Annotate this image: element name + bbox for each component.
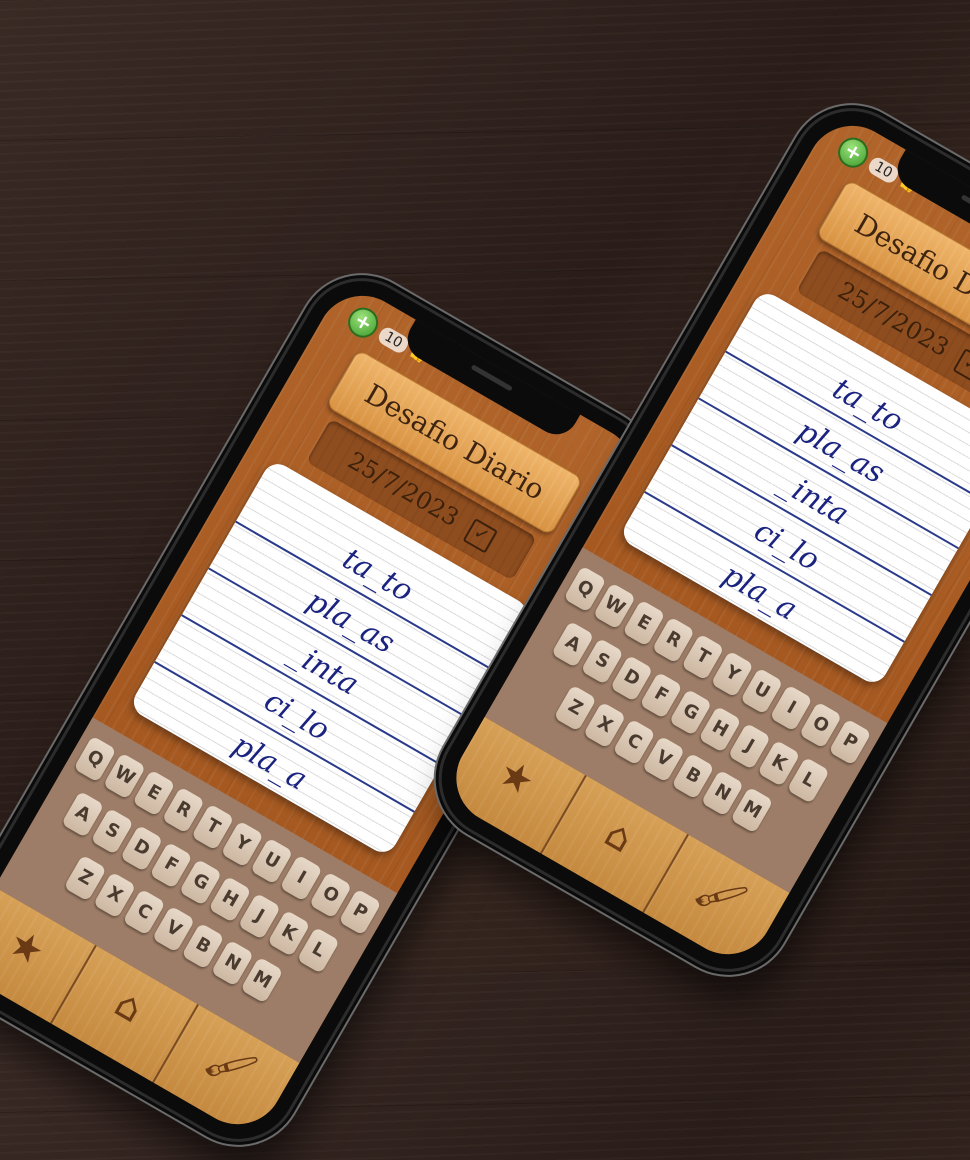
coin-count: 10 bbox=[865, 154, 901, 186]
checkbox-icon: ✓ bbox=[463, 517, 499, 554]
checkbox-icon: ✓ bbox=[953, 347, 970, 384]
coin-count: 10 bbox=[375, 324, 411, 356]
